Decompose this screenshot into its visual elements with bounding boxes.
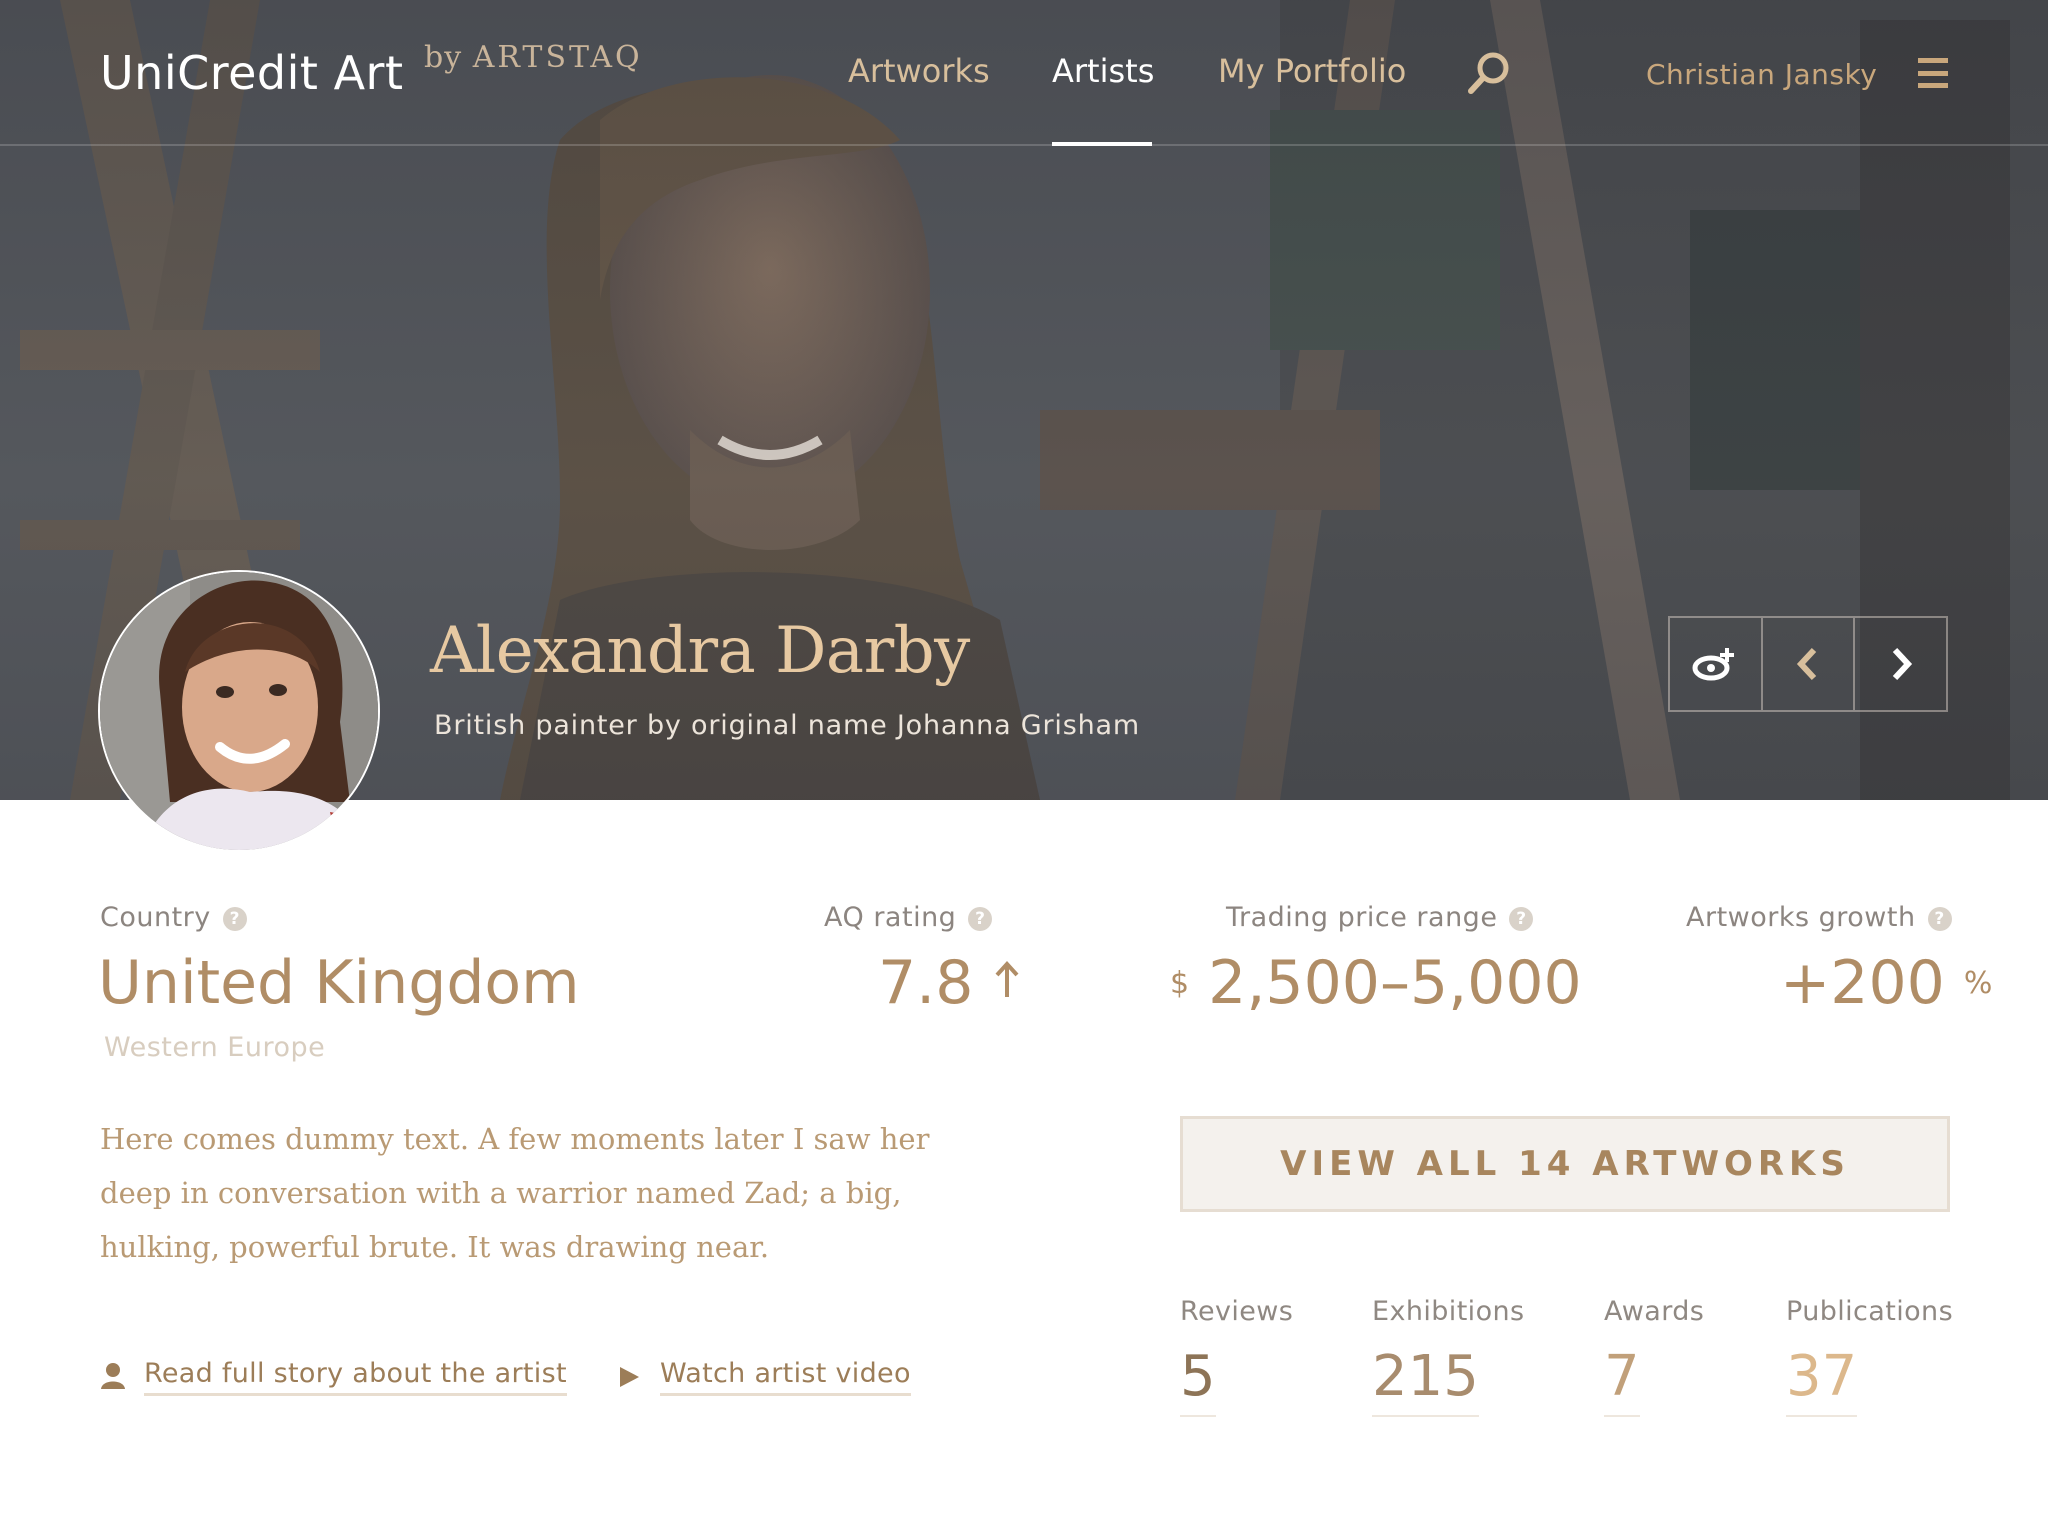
growth-unit: % (1963, 966, 1993, 1001)
follow-button[interactable] (1670, 618, 1763, 710)
price-currency: $ (1170, 966, 1190, 1001)
next-artist-button[interactable] (1855, 618, 1946, 710)
price-range-label-text: Trading price range (1226, 902, 1498, 933)
brand-byline: by ARTSTAQ (424, 40, 643, 75)
nav-artworks[interactable]: Artworks (848, 52, 990, 90)
aq-rating-label-text: AQ rating (824, 902, 957, 933)
reviews-count[interactable]: 5 (1180, 1344, 1216, 1417)
aq-rating-number: 7.8 (878, 948, 974, 1018)
top-navigation-bar: UniCredit Art by ARTSTAQ Artworks Artist… (0, 0, 2048, 146)
help-icon[interactable]: ? (222, 907, 247, 931)
view-all-artworks-button[interactable]: VIEW ALL 14 ARTWORKS (1180, 1116, 1950, 1212)
byline-prefix: by (424, 40, 463, 75)
artist-avatar (98, 570, 380, 852)
country-region: Western Europe (104, 1032, 326, 1063)
play-icon (620, 1367, 639, 1387)
reviews-label: Reviews (1180, 1296, 1294, 1327)
artworks-growth-label-text: Artworks growth (1686, 902, 1916, 933)
artist-name: Alexandra Darby (430, 614, 970, 688)
publications-count[interactable]: 37 (1786, 1344, 1858, 1417)
awards-count[interactable]: 7 (1604, 1344, 1640, 1417)
country-label-text: Country (100, 902, 211, 933)
artist-description: Here comes dummy text. A few moments lat… (100, 1122, 930, 1264)
read-full-story-link[interactable]: Read full story about the artist (144, 1358, 567, 1396)
country-label: Country? (100, 902, 247, 933)
exhibitions-count[interactable]: 215 (1372, 1344, 1479, 1417)
watch-artist-video-link[interactable]: Watch artist video (660, 1358, 911, 1396)
follow-icon (1692, 648, 1735, 681)
search-icon[interactable] (1466, 50, 1512, 96)
exhibitions-label: Exhibitions (1372, 1296, 1525, 1327)
help-icon[interactable]: ? (1509, 907, 1534, 931)
price-range-value: $ 2,500–5,000 (1170, 948, 1582, 1018)
price-range-number: 2,500–5,000 (1208, 948, 1582, 1018)
chevron-right-icon (1892, 647, 1912, 681)
byline-brand: ARTSTAQ (472, 40, 643, 75)
artist-subtitle: British painter by original name Johanna… (434, 710, 1140, 741)
site-logo[interactable]: UniCredit Art (100, 46, 403, 100)
active-nav-indicator (1052, 142, 1152, 146)
hero-controls (1668, 616, 1948, 712)
help-icon[interactable]: ? (968, 907, 993, 931)
aq-rating-value: 7.8 (878, 948, 1021, 1018)
user-account-name[interactable]: Christian Jansky (1646, 58, 1877, 91)
aq-rating-label: AQ rating? (824, 902, 993, 933)
growth-number: +200 (1780, 948, 1945, 1018)
artworks-growth-value: +200 % (1780, 948, 1992, 1018)
chevron-left-icon (1796, 647, 1817, 681)
nav-my-portfolio[interactable]: My Portfolio (1218, 52, 1406, 90)
up-arrow-icon (995, 961, 1018, 997)
help-icon[interactable]: ? (1927, 907, 1952, 931)
country-value: United Kingdom (98, 948, 580, 1018)
nav-artists[interactable]: Artists (1052, 52, 1154, 90)
awards-label: Awards (1604, 1296, 1705, 1327)
publications-label: Publications (1786, 1296, 1954, 1327)
person-icon (101, 1363, 125, 1389)
price-range-label: Trading price range? (1226, 902, 1534, 933)
artworks-growth-label: Artworks growth? (1686, 902, 1952, 933)
previous-artist-button[interactable] (1763, 618, 1856, 710)
hamburger-menu-icon[interactable] (1918, 58, 1948, 88)
